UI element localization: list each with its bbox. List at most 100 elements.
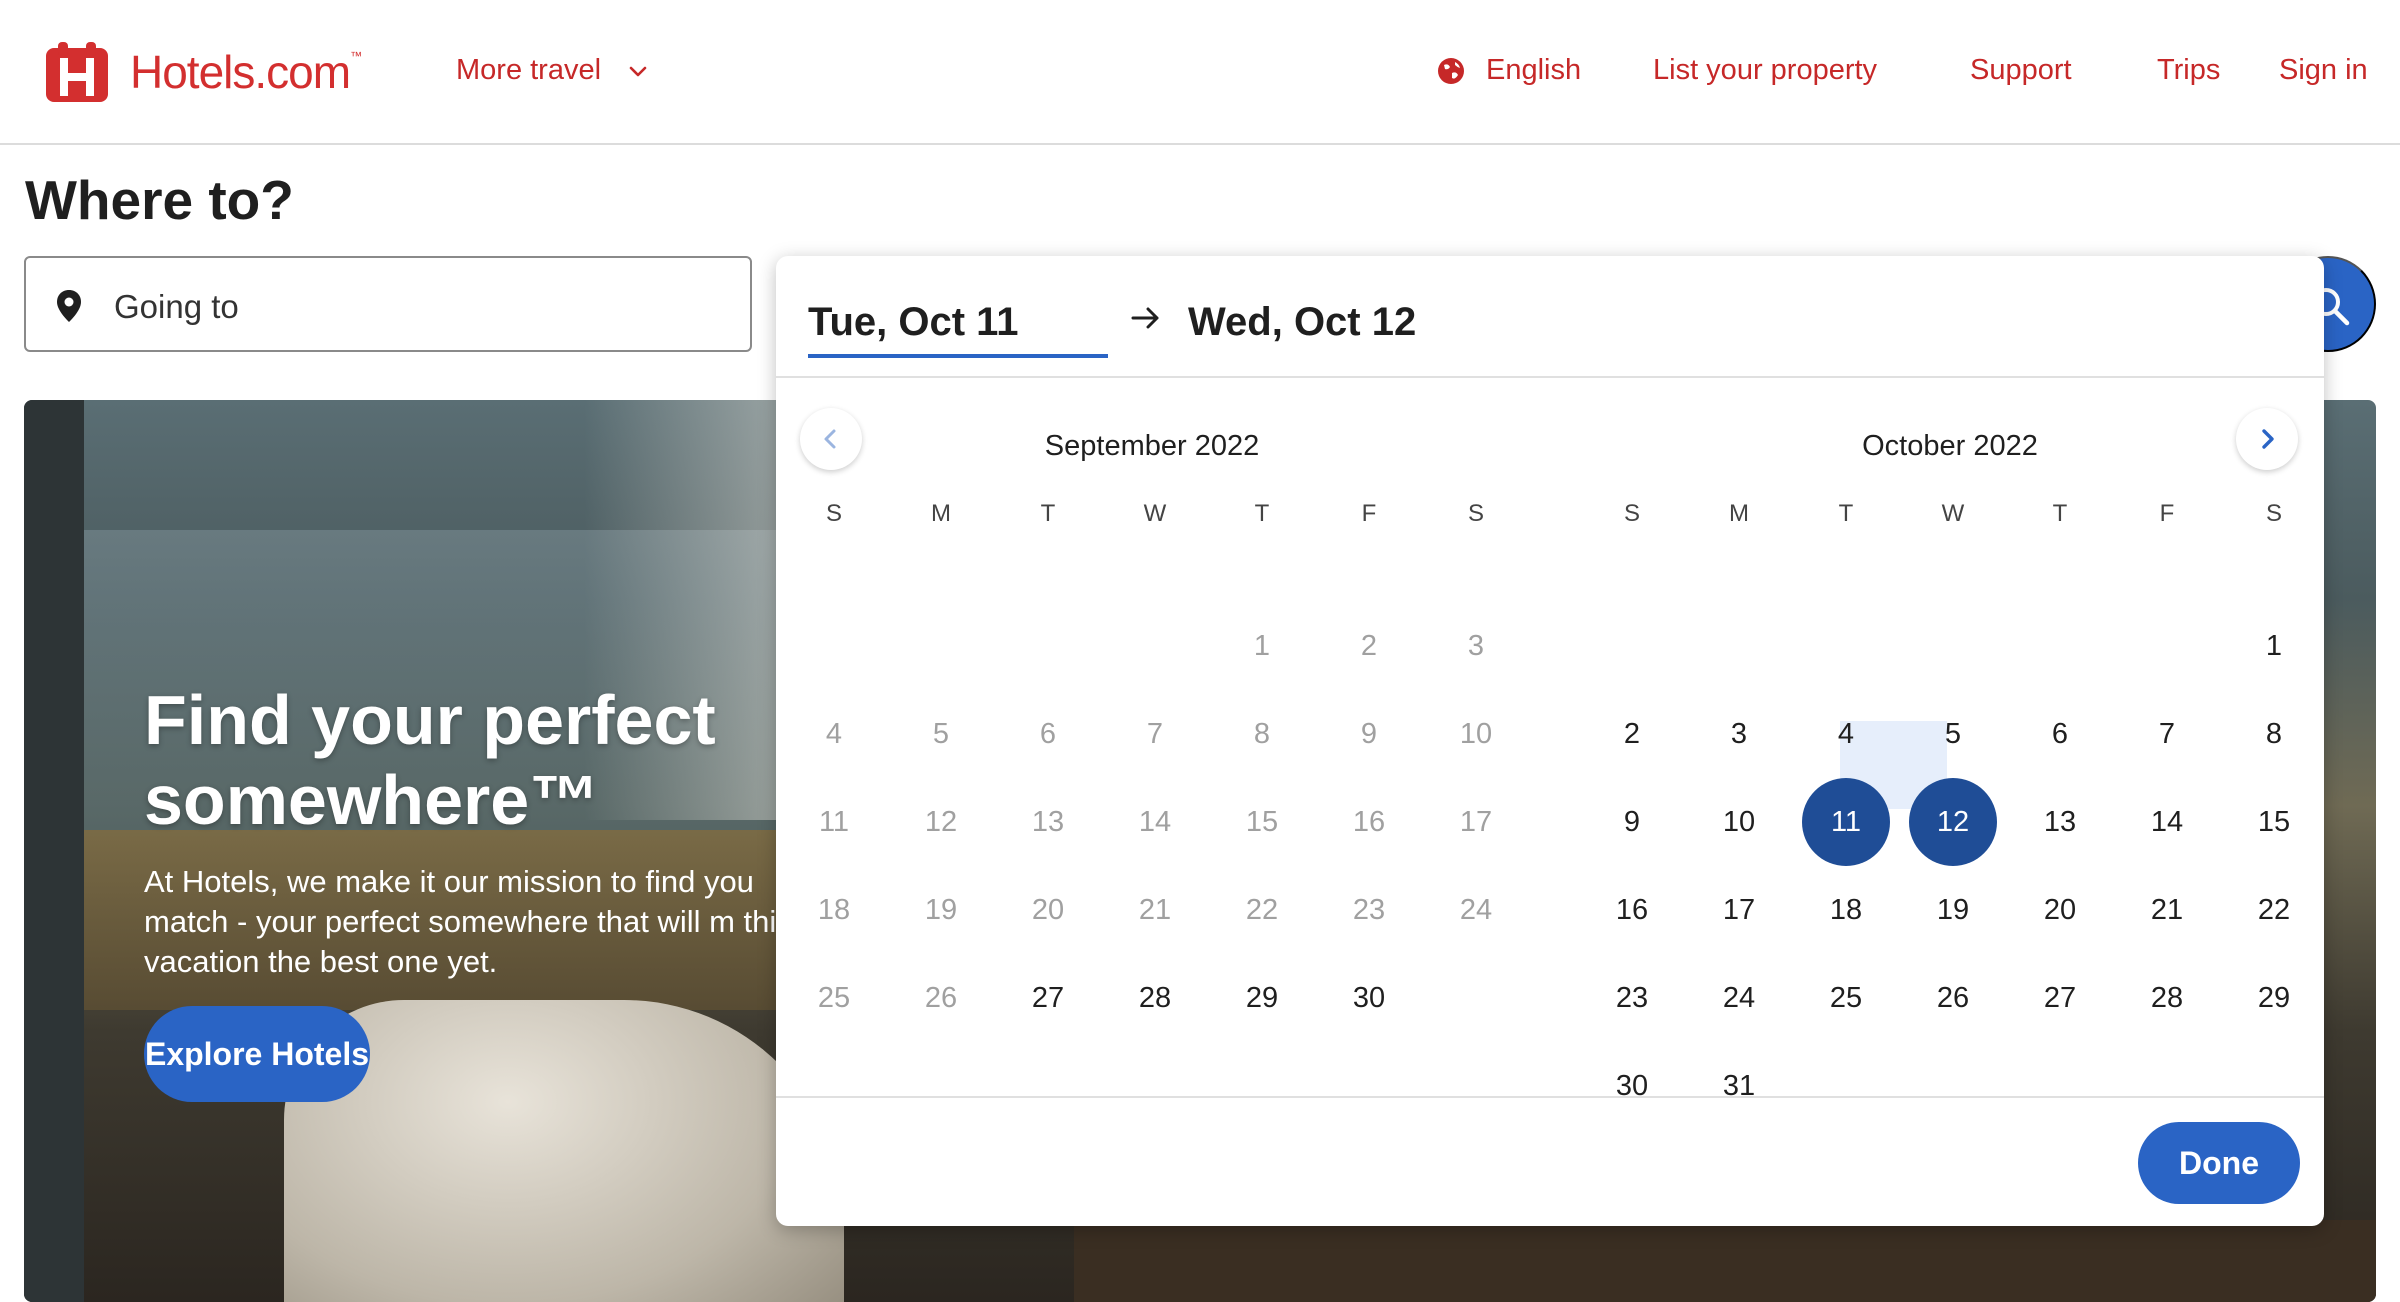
date-picker-dialog: Tue, Oct 11 Wed, Oct 12 September 2022 O… xyxy=(776,256,2324,1226)
calendar-day-oct-3[interactable]: 3 xyxy=(1695,690,1783,778)
calendar-day-oct-7[interactable]: 7 xyxy=(2123,690,2211,778)
calendar-day-oct-15[interactable]: 15 xyxy=(2230,778,2318,866)
calendar-day-oct-10[interactable]: 10 xyxy=(1695,778,1783,866)
chevron-right-icon xyxy=(2262,429,2274,449)
hero-title: Find your perfect somewhere™ xyxy=(144,681,716,839)
check-in-date[interactable]: Tue, Oct 11 xyxy=(808,296,1108,358)
calendar-day-oct-4[interactable]: 4 xyxy=(1802,690,1890,778)
weekday-header: T xyxy=(1838,500,1854,527)
hotels-logo[interactable]: Hotels.com™ xyxy=(44,40,362,104)
calendar-day-oct-17[interactable]: 17 xyxy=(1695,866,1783,954)
calendar-day-sep-11: 11 xyxy=(818,805,850,838)
calendar-day-oct-16[interactable]: 16 xyxy=(1588,866,1676,954)
calendar-day-oct-21[interactable]: 21 xyxy=(2123,866,2211,954)
calendar-day-oct-1[interactable]: 1 xyxy=(2230,602,2318,690)
hero-window-frame xyxy=(24,400,84,1302)
calendar-day-oct-8[interactable]: 8 xyxy=(2230,690,2318,778)
explore-hotels-button[interactable]: Explore Hotels xyxy=(144,1006,370,1102)
done-button[interactable]: Done xyxy=(2138,1122,2300,1204)
destination-input[interactable]: Going to xyxy=(24,256,752,352)
support-link[interactable]: Support xyxy=(1970,54,2072,87)
globe-icon xyxy=(1438,57,1464,84)
hero-floor-image xyxy=(1074,1220,2376,1302)
month-title-september: September 2022 xyxy=(1044,430,1260,462)
weekday-header: W xyxy=(1143,500,1167,527)
calendar-day-sep-1: 1 xyxy=(1253,629,1271,662)
calendar-day-oct-13[interactable]: 13 xyxy=(2016,778,2104,866)
calendar-day-sep-28[interactable]: 28 xyxy=(1111,954,1199,1042)
calendar-day-sep-26: 26 xyxy=(924,981,958,1014)
list-property-link[interactable]: List your property xyxy=(1653,54,1877,87)
calendar-day-sep-29[interactable]: 29 xyxy=(1218,954,1306,1042)
calendar-day-oct-5[interactable]: 5 xyxy=(1909,690,1997,778)
calendar-day-sep-19: 19 xyxy=(924,893,958,926)
calendar-day-sep-23: 23 xyxy=(1352,893,1386,926)
calendar-day-sep-20: 20 xyxy=(1031,893,1065,926)
calendar-day-oct-12[interactable]: 12 xyxy=(1909,778,1997,866)
trips-link[interactable]: Trips xyxy=(2157,54,2220,87)
calendar-day-oct-22[interactable]: 22 xyxy=(2230,866,2318,954)
calendar-day-sep-9: 9 xyxy=(1360,717,1378,750)
calendar-day-sep-10: 10 xyxy=(1459,717,1493,750)
check-out-date[interactable]: Wed, Oct 12 xyxy=(1188,300,1416,345)
weekday-header: T xyxy=(1040,500,1056,527)
calendar-day-oct-11[interactable]: 11 xyxy=(1802,778,1890,866)
weekday-header: S xyxy=(825,500,842,527)
calendar-day-sep-30[interactable]: 30 xyxy=(1325,954,1413,1042)
calendar-day-sep-2: 2 xyxy=(1360,629,1378,662)
more-travel-menu[interactable]: More travel xyxy=(456,54,649,87)
calendar-day-sep-15: 15 xyxy=(1245,805,1279,838)
chevron-left-icon xyxy=(824,429,836,449)
calendar-day-sep-27[interactable]: 27 xyxy=(1004,954,1092,1042)
hero-description: At Hotels, we make it our mission to fin… xyxy=(144,864,792,979)
hotels-logo-icon xyxy=(46,42,108,102)
more-travel-label: More travel xyxy=(456,54,602,86)
date-picker-divider xyxy=(776,1096,2324,1098)
calendar-day-oct-18[interactable]: 18 xyxy=(1802,866,1890,954)
calendar-day-sep-22: 22 xyxy=(1245,893,1279,926)
calendar-day-oct-24[interactable]: 24 xyxy=(1695,954,1783,1042)
location-pin-icon xyxy=(57,290,81,322)
calendar-day-oct-20[interactable]: 20 xyxy=(2016,866,2104,954)
sign-in-link[interactable]: Sign in xyxy=(2279,54,2368,87)
calendar-day-oct-6[interactable]: 6 xyxy=(2016,690,2104,778)
next-month-button[interactable] xyxy=(2236,408,2298,470)
calendar-day-sep-4: 4 xyxy=(825,717,843,750)
language-selector[interactable]: English xyxy=(1436,54,1581,87)
page-title: Where to? xyxy=(25,169,294,231)
destination-placeholder: Going to xyxy=(114,288,239,325)
weekday-header: F xyxy=(2159,500,2175,527)
calendar-day-sep-17: 17 xyxy=(1459,805,1493,838)
calendar-day-oct-25[interactable]: 25 xyxy=(1802,954,1890,1042)
calendar-day-sep-5: 5 xyxy=(932,717,950,750)
calendar-day-oct-9[interactable]: 9 xyxy=(1588,778,1676,866)
calendar-day-oct-23[interactable]: 23 xyxy=(1588,954,1676,1042)
calendar-day-sep-8: 8 xyxy=(1253,717,1271,750)
calendar-day-sep-24: 24 xyxy=(1459,893,1493,926)
weekday-header: F xyxy=(1361,500,1377,527)
calendar-day-oct-26[interactable]: 26 xyxy=(1909,954,1997,1042)
previous-month-button[interactable] xyxy=(800,408,862,470)
calendar-day-oct-30[interactable]: 30 xyxy=(1588,1042,1676,1130)
calendar-day-sep-16: 16 xyxy=(1352,805,1386,838)
weekday-header: W xyxy=(1941,500,1965,527)
weekday-header: S xyxy=(1623,500,1640,527)
calendar-day-sep-21: 21 xyxy=(1138,893,1172,926)
calendar-day-oct-28[interactable]: 28 xyxy=(2123,954,2211,1042)
logo-text: Hotels.com™ xyxy=(130,46,362,98)
calendar-day-sep-6: 6 xyxy=(1039,717,1057,750)
calendar-day-oct-31[interactable]: 31 xyxy=(1695,1042,1783,1130)
calendar-day-oct-2[interactable]: 2 xyxy=(1588,690,1676,778)
site-header: Hotels.com™ More travel English List you… xyxy=(0,0,2400,145)
language-label: English xyxy=(1486,54,1582,86)
weekday-header: S xyxy=(2265,500,2282,527)
calendar-day-oct-14[interactable]: 14 xyxy=(2123,778,2211,866)
weekday-header: S xyxy=(1467,500,1484,527)
calendar-day-oct-29[interactable]: 29 xyxy=(2230,954,2318,1042)
calendar-day-oct-27[interactable]: 27 xyxy=(2016,954,2104,1042)
calendar-day-sep-14: 14 xyxy=(1138,805,1172,838)
calendar-day-sep-12: 12 xyxy=(924,805,958,838)
calendar-day-sep-13: 13 xyxy=(1031,805,1065,838)
calendar-day-oct-19[interactable]: 19 xyxy=(1909,866,1997,954)
calendar-day-sep-18: 18 xyxy=(817,893,851,926)
